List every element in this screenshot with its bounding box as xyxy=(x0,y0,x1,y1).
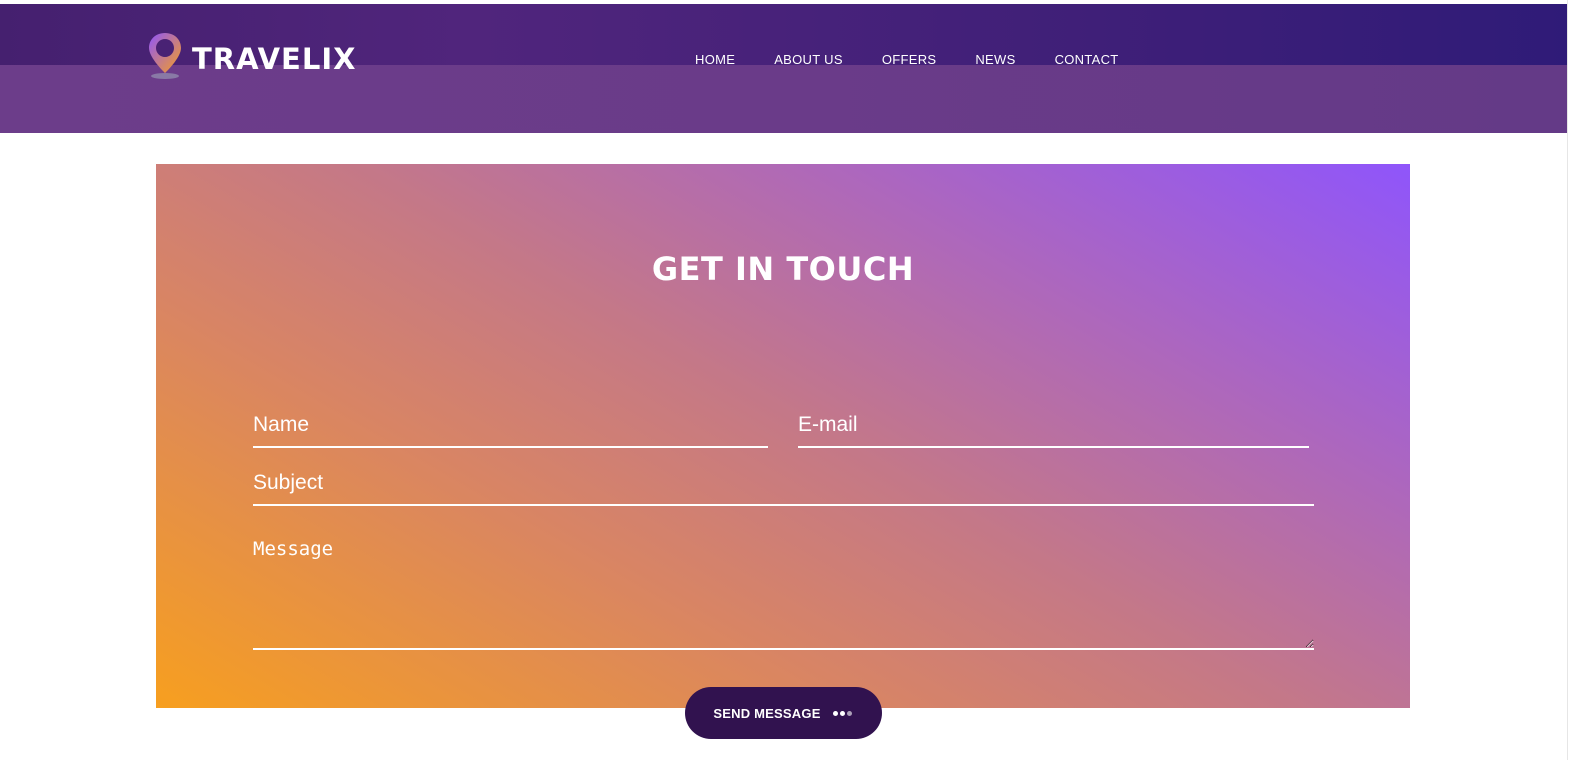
main-nav: HOME ABOUT US OFFERS NEWS CONTACT xyxy=(695,52,1158,67)
send-message-label: SEND MESSAGE xyxy=(713,705,821,721)
nav-item-offers[interactable]: OFFERS xyxy=(882,52,937,67)
contact-form-panel: GET IN TOUCH xyxy=(156,164,1410,708)
scrollbar-track[interactable] xyxy=(1567,0,1584,760)
subject-input[interactable] xyxy=(253,462,1314,506)
nav-item-home[interactable]: HOME xyxy=(695,52,735,67)
contact-title: GET IN TOUCH xyxy=(651,250,915,288)
logo-text: TRAVELIX xyxy=(192,42,357,76)
nav-item-about-us[interactable]: ABOUT US xyxy=(774,52,843,67)
dots-icon xyxy=(832,710,854,716)
page: TRAVELIX HOME ABOUT US OFFERS NEWS CONTA… xyxy=(0,0,1584,760)
name-input[interactable] xyxy=(253,404,768,448)
nav-item-contact[interactable]: CONTACT xyxy=(1055,52,1119,67)
nav-item-news[interactable]: NEWS xyxy=(975,52,1015,67)
email-input[interactable] xyxy=(798,404,1309,448)
map-pin-icon xyxy=(149,33,181,79)
send-message-button[interactable]: SEND MESSAGE xyxy=(685,687,882,739)
logo[interactable]: TRAVELIX xyxy=(146,30,356,82)
message-textarea[interactable] xyxy=(253,534,1314,650)
